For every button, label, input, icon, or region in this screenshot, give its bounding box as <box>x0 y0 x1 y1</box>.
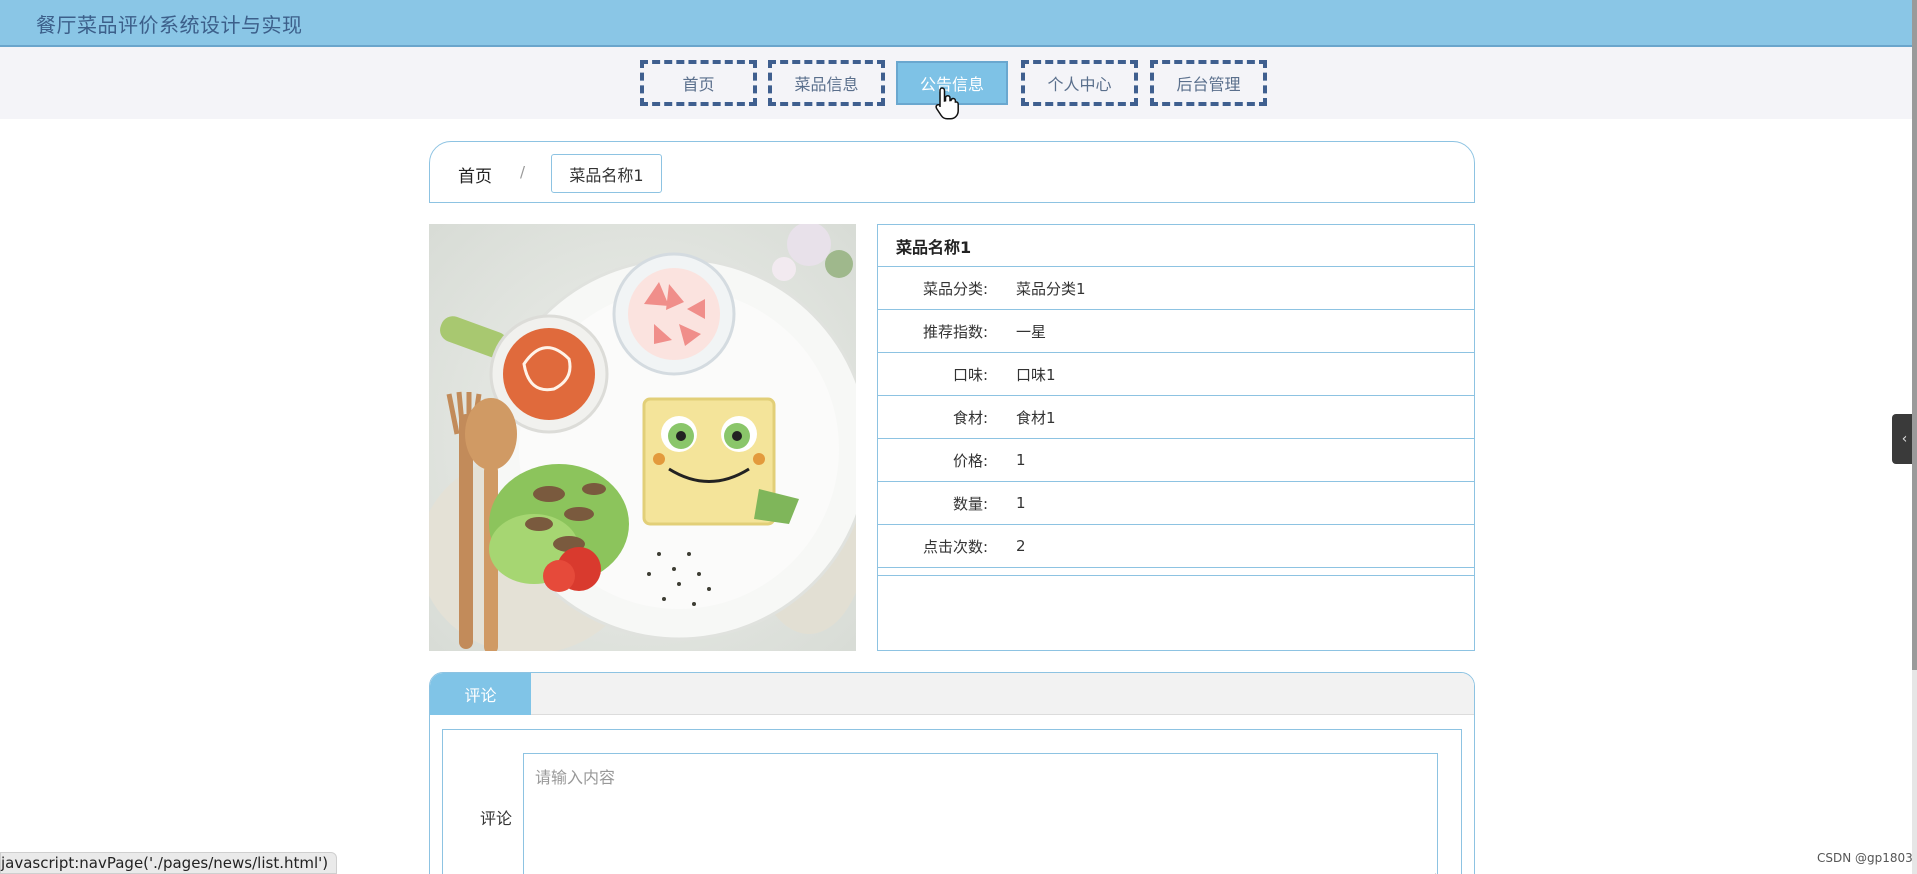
hand-cursor-icon <box>935 87 959 120</box>
comment-form: 评论 <box>442 729 1462 874</box>
nav-admin[interactable]: 后台管理 <box>1150 60 1267 106</box>
info-label: 推荐指数: <box>922 322 988 341</box>
dish-info-table: 菜品名称1 菜品分类: 菜品分类1 推荐指数: 一星 口味: 口味1 食材: 食… <box>877 224 1475 651</box>
site-title: 餐厅菜品评价系统设计与实现 <box>36 13 303 37</box>
info-label: 价格: <box>952 451 988 470</box>
breadcrumb: 首页 / 菜品名称1 <box>429 141 1475 203</box>
info-row-rating: 推荐指数: 一星 <box>878 310 1474 353</box>
breadcrumb-home-link[interactable]: 首页 <box>458 162 492 187</box>
info-row-price: 价格: 1 <box>878 439 1474 482</box>
info-label: 口味: <box>952 365 988 384</box>
info-value: 食材1 <box>1016 408 1056 427</box>
breadcrumb-current: 菜品名称1 <box>551 154 662 193</box>
page: 餐厅菜品评价系统设计与实现 首页 菜品信息 公告信息 个人中心 后台管理 首页 … <box>0 0 1917 874</box>
info-value: 菜品分类1 <box>1016 279 1086 298</box>
breadcrumb-separator: / <box>520 163 526 181</box>
info-row-taste: 口味: 口味1 <box>878 353 1474 396</box>
info-divider <box>878 568 1474 576</box>
info-row-ingredients: 食材: 食材1 <box>878 396 1474 439</box>
nav-profile[interactable]: 个人中心 <box>1021 60 1138 106</box>
status-bar-url: javascript:navPage('./pages/news/list.ht… <box>0 852 338 874</box>
comment-tabs: 评论 <box>430 673 1474 715</box>
info-label: 数量: <box>952 494 988 513</box>
dish-image <box>429 224 856 651</box>
comment-field-label: 评论 <box>480 809 513 828</box>
scrollbar-thumb[interactable] <box>1912 0 1917 670</box>
chevron-left-icon: ‹ <box>1901 431 1908 447</box>
top-header: 餐厅菜品评价系统设计与实现 <box>0 0 1912 47</box>
comment-panel: 评论 评论 <box>429 672 1475 874</box>
dish-name: 菜品名称1 <box>878 225 1474 267</box>
info-value: 口味1 <box>1016 365 1056 384</box>
info-value: 1 <box>1016 451 1026 469</box>
info-value: 一星 <box>1016 322 1047 341</box>
tab-comments[interactable]: 评论 <box>430 673 531 715</box>
nav-dishes[interactable]: 菜品信息 <box>768 60 885 106</box>
info-value: 1 <box>1016 494 1026 512</box>
comment-input[interactable] <box>523 753 1438 874</box>
info-label: 点击次数: <box>922 537 988 556</box>
info-row-category: 菜品分类: 菜品分类1 <box>878 267 1474 310</box>
info-label: 菜品分类: <box>922 279 988 298</box>
info-value: 2 <box>1016 537 1026 555</box>
nav-home[interactable]: 首页 <box>640 60 757 106</box>
info-row-clicks: 点击次数: 2 <box>878 525 1474 568</box>
info-row-quantity: 数量: 1 <box>878 482 1474 525</box>
info-label: 食材: <box>952 408 988 427</box>
page-scrollbar[interactable] <box>1912 0 1917 874</box>
watermark: CSDN @gp1803 <box>1817 851 1913 865</box>
